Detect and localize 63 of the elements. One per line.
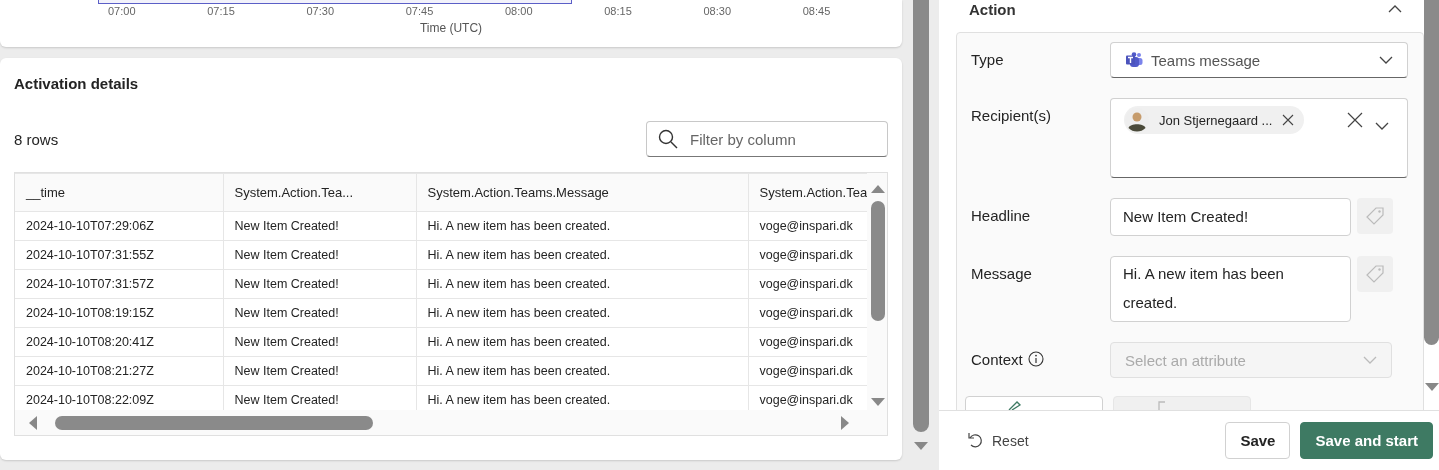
table-cell: New Item Created! xyxy=(223,356,416,386)
table-cell: 2024-10-10T08:20:41Z xyxy=(15,327,223,357)
save-and-start-button[interactable]: Save and start xyxy=(1300,422,1433,459)
table-cell: 2024-10-10T08:21:27Z xyxy=(15,356,223,386)
close-icon[interactable] xyxy=(1347,112,1363,128)
axis-tick-label: 07:45 xyxy=(405,5,435,17)
axis-tick-label: 08:45 xyxy=(802,5,832,17)
table-cell: New Item Created! xyxy=(223,211,416,241)
axis-title: Time (UTC) xyxy=(419,21,483,35)
table-cell: Hi. A new item has been created. xyxy=(416,356,748,386)
table-cell: Hi. A new item has been created. xyxy=(416,327,748,357)
scrollbar-thumb[interactable] xyxy=(912,0,929,432)
table-cell: New Item Created! xyxy=(223,327,416,357)
section-title: Action xyxy=(969,0,1016,18)
axis-tick-label: 08:30 xyxy=(703,5,733,17)
save-button[interactable]: Save xyxy=(1225,422,1291,459)
axis-tick-label: 07:15 xyxy=(207,5,236,17)
tag-icon xyxy=(1365,264,1385,284)
column-header[interactable]: __time xyxy=(15,173,223,212)
filter-field[interactable]: Filter by column xyxy=(646,121,888,157)
column-header[interactable]: System.Action.Tea xyxy=(748,173,867,212)
row-count: 8 rows xyxy=(14,130,59,148)
table-cell: Hi. A new item has been created. xyxy=(416,269,748,299)
headline-field[interactable]: New Item Created! xyxy=(1110,198,1351,236)
search-icon xyxy=(658,129,678,149)
column-header[interactable]: System.Action.Teams.Message xyxy=(416,173,748,212)
selection-rectangle[interactable] xyxy=(98,0,572,4)
message-field[interactable]: Hi. A new item has been created. xyxy=(1110,256,1351,322)
chevron-down-icon xyxy=(1375,122,1389,130)
table-cell: 2024-10-10T08:19:15Z xyxy=(15,298,223,328)
teams-icon xyxy=(1126,52,1143,68)
table-cell: New Item Created! xyxy=(223,269,416,299)
recipient-picker[interactable]: Jon Stjernegaard ... xyxy=(1110,98,1408,178)
close-icon[interactable] xyxy=(1282,114,1295,126)
undo-icon xyxy=(967,432,984,449)
axis-tick-label: 08:00 xyxy=(505,5,534,17)
scrollbar-thumb[interactable] xyxy=(1424,0,1439,345)
column-header[interactable]: System.Action.Tea... xyxy=(223,173,416,212)
person-chip[interactable]: Jon Stjernegaard ... xyxy=(1124,106,1305,134)
table-cell: Hi. A new item has been created. xyxy=(416,211,748,241)
chevron-down-icon xyxy=(1363,356,1377,364)
scrollbar-thumb[interactable] xyxy=(55,415,373,430)
field-label: Message xyxy=(971,265,1032,282)
field-label: Context xyxy=(971,351,1023,368)
reset-button[interactable]: Reset xyxy=(967,432,1029,449)
field-label: Type xyxy=(971,51,1004,68)
table-cell: New Item Created! xyxy=(223,240,416,270)
table-cell: 2024-10-10T07:31:57Z xyxy=(15,269,223,299)
table-cell: New Item Created! xyxy=(223,298,416,328)
table-cell: Hi. A new item has been created. xyxy=(416,298,748,328)
table-cell: 2024-10-10T07:29:06Z xyxy=(15,211,223,241)
type-dropdown[interactable]: Teams message xyxy=(1110,42,1408,78)
axis-tick-label: 08:15 xyxy=(604,5,633,17)
section-title: Activation details xyxy=(14,74,140,94)
table-cell: 2024-10-10T07:31:55Z xyxy=(15,240,223,270)
table-cell: Hi. A new item has been created. xyxy=(416,240,748,270)
scrollbar-thumb[interactable] xyxy=(870,201,885,321)
field-label: Recipient(s) xyxy=(971,107,1052,124)
axis-tick-label: 07:00 xyxy=(108,5,137,17)
chevron-down-icon xyxy=(1379,56,1393,64)
axis-tick-label: 07:30 xyxy=(306,5,336,17)
tag-icon xyxy=(1365,206,1385,226)
field-label: Headline xyxy=(971,207,1031,224)
